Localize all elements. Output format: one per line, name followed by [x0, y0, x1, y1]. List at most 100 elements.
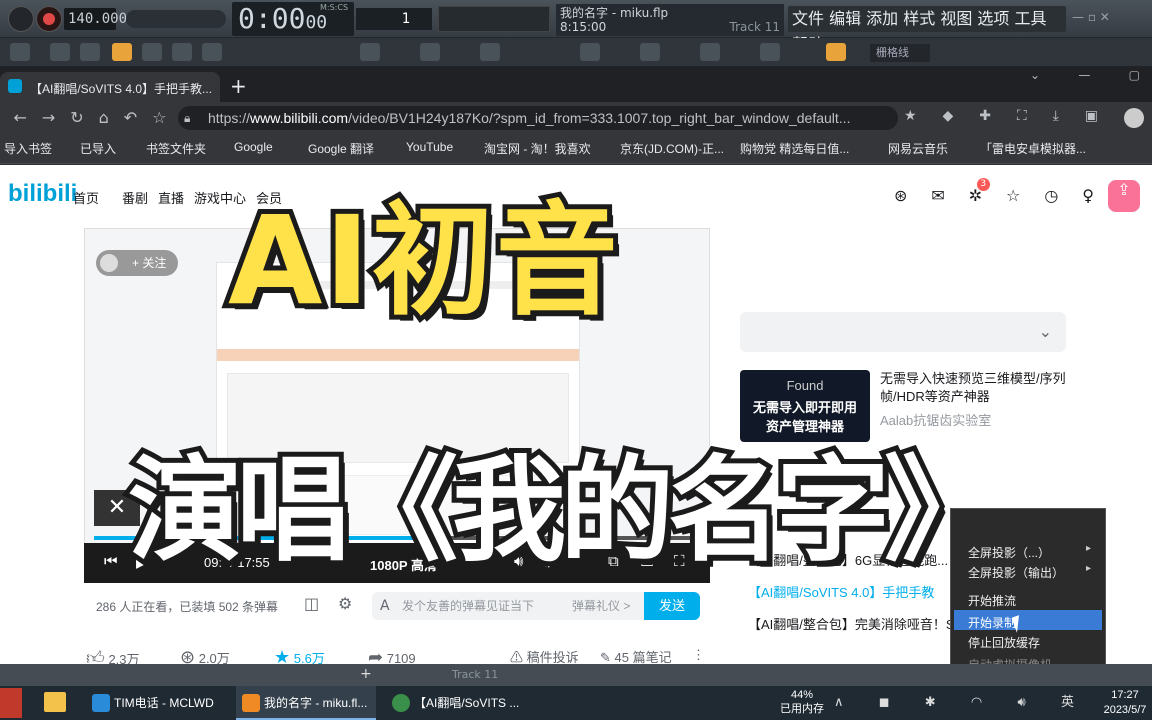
chrome-icon	[392, 694, 410, 712]
wifi-icon: ◠	[970, 695, 983, 710]
recommendation-item[interactable]: 【AI翻唱/整合包】完美消除哑音！S	[748, 614, 955, 633]
collapsible-panel[interactable]: ⌄	[740, 312, 1066, 352]
input-language: 英	[1060, 695, 1074, 710]
message-icon: ✉	[931, 186, 945, 205]
bookmark-folder[interactable]: 书签文件夹	[146, 140, 206, 157]
warning-icon: ⚠	[510, 650, 524, 665]
pattern-selector[interactable]: 1	[356, 8, 432, 30]
menu-start-recording[interactable]: 开始录制	[968, 614, 1016, 631]
bookmark-import[interactable]: 导入书签	[4, 140, 52, 157]
bookmark-jd[interactable]: 京东(JD.COM)-正...	[620, 140, 724, 157]
voice-app-icon[interactable]	[0, 688, 22, 718]
tool-icon[interactable]	[80, 43, 100, 61]
danmaku-toggle-icon[interactable]: ◫	[304, 594, 319, 613]
menu-fullscreen-projector-preview[interactable]: 全屏投影（...）	[968, 544, 1050, 561]
tool-icon[interactable]	[420, 43, 440, 61]
header-icons[interactable]: ⊛ ✉ ✲ 3 ☆ ◷ ♀	[894, 178, 1094, 205]
taskbar-tim[interactable]: TIM电话 - MCLWD	[86, 686, 226, 720]
tool-icon[interactable]	[700, 43, 720, 61]
danmaku-settings-icon[interactable]: ⚙	[338, 594, 352, 613]
bookmark-gouwudang[interactable]: 购物党 精选每日值...	[740, 140, 849, 157]
taskbar-fl-studio[interactable]: 我的名字 - miku.fl...	[236, 686, 376, 720]
notes-label: 45 篇笔记	[614, 650, 672, 665]
tab-title: 【AI翻唱/SoVITS 4.0】手把手教...	[30, 82, 213, 96]
vip-icon: ⊛	[894, 186, 908, 205]
tempo-display[interactable]: 140.000	[64, 8, 127, 30]
main-menu[interactable]: 文件 编辑 添加 样式 视图 选项 工具 帮助	[788, 6, 1066, 54]
memory-percent: 44%	[790, 689, 814, 701]
nav-home[interactable]: 首页	[73, 188, 99, 207]
taskbar-chrome-label: 【AI翻唱/SoVITS ...	[414, 696, 520, 710]
send-button[interactable]: 发送	[644, 592, 700, 620]
tool-icon[interactable]	[202, 43, 222, 61]
menu-start-streaming[interactable]: 开始推流	[968, 592, 1016, 609]
nav-live[interactable]: 直播	[158, 188, 184, 207]
bookmark-youtube[interactable]: YouTube	[406, 140, 453, 154]
bookmark-taobao[interactable]: 淘宝网 - 淘！我喜欢	[484, 140, 591, 157]
stop-button[interactable]	[8, 6, 34, 32]
url-path: /video/BV1H24y187Ko/?spm_id_from=333.100…	[348, 110, 851, 126]
tool-icon[interactable]	[50, 43, 70, 61]
tool-icon[interactable]	[172, 43, 192, 61]
danmaku-etiquette-link[interactable]: 弹幕礼仪 >	[572, 592, 630, 620]
clock[interactable]: 17:27 2023/5/7	[1100, 686, 1150, 720]
ad-title[interactable]: 无需导入快速预览三维模型/序列帧/HDR等资产神器	[880, 370, 1080, 406]
text-style-icon[interactable]: A	[380, 598, 390, 614]
taskbar-chrome[interactable]: 【AI翻唱/SoVITS ...	[386, 686, 526, 720]
typing-keyboard-icon[interactable]	[112, 43, 132, 61]
note-icon: ✎	[600, 650, 611, 665]
snap-selector[interactable]: 栅格线	[870, 44, 930, 62]
profile-avatar	[1123, 108, 1144, 128]
lock-icon[interactable]: 🔒︎	[184, 111, 190, 126]
back-icon: ←	[13, 108, 27, 127]
nav-buttons[interactable]: ← → ↻ ⌂ ↶ ☆	[6, 108, 174, 127]
recommendation-item-active[interactable]: 【AI翻唱/SoVITS 4.0】手把手教	[748, 582, 934, 601]
browser-tab[interactable]: 【AI翻唱/SoVITS 4.0】手把手教...	[0, 72, 220, 102]
watching-count: 286 人正在看，已装填 502 条弹幕	[96, 600, 279, 614]
output-monitor	[438, 6, 550, 32]
window-controls[interactable]: — ▫ ✕	[1072, 10, 1148, 30]
new-tab-icon[interactable]: +	[230, 74, 247, 98]
memory-meter[interactable]: 44% 已用内存	[780, 686, 824, 720]
report-label: 稿件投诉	[526, 650, 579, 665]
master-pitch-slider[interactable]	[126, 10, 226, 28]
upload-button[interactable]: ⇪	[1108, 180, 1140, 212]
tool-icon[interactable]	[142, 43, 162, 61]
tray-app-icon: ◼	[878, 695, 890, 710]
system-tray[interactable]: ∧ ◼ ✱ ◠ 🔊︎ 英	[834, 690, 1074, 716]
more-icon[interactable]: ⋮	[692, 647, 705, 663]
bookmark-google-translate[interactable]: Google 翻译	[308, 140, 374, 157]
time-small: 00	[305, 12, 328, 33]
song-title: 我的名字 - miku.flp	[560, 6, 669, 20]
file-explorer-icon[interactable]	[44, 692, 66, 712]
menu-stop-replay-buffer[interactable]: 停止回放缓存	[968, 634, 1040, 651]
prev-icon[interactable]: ⏮	[104, 553, 118, 570]
tool-icon[interactable]	[480, 43, 500, 61]
uploader-avatar[interactable]	[100, 254, 118, 272]
time-main: 0:00	[238, 2, 306, 35]
fl-playlist-strip: + Track 11	[0, 664, 1152, 686]
submenu-arrow-icon: ▸	[1086, 543, 1092, 554]
tool-icon[interactable]	[640, 43, 660, 61]
taskbar-tim-label: TIM电话 - MCLWD	[114, 696, 214, 710]
link-icon[interactable]	[826, 43, 846, 61]
browser-window-controls[interactable]: ⌄ — ▢	[1030, 68, 1140, 82]
taskbar-fl-label: 我的名字 - miku.fl...	[264, 696, 368, 710]
tool-icon[interactable]	[760, 43, 780, 61]
record-button[interactable]	[36, 6, 62, 32]
tool-icon[interactable]	[360, 43, 380, 61]
nav-bangumi[interactable]: 番剧	[122, 188, 148, 207]
menu-fullscreen-projector-output[interactable]: 全屏投影（输出）	[968, 564, 1064, 581]
fl-studio-icon	[242, 694, 260, 712]
tool-icon[interactable]	[10, 43, 30, 61]
bookmark-ldplayer[interactable]: 「雷电安卓模拟器...	[980, 140, 1086, 157]
bilibili-logo[interactable]: bilibili	[8, 180, 77, 208]
tool-icon[interactable]	[580, 43, 600, 61]
notification-badge: 3	[976, 178, 990, 191]
chevron-down-icon: ⌄	[1038, 324, 1052, 341]
bookmark-google[interactable]: Google	[234, 140, 273, 154]
bookmark-netease-music[interactable]: 网易云音乐	[888, 140, 948, 157]
bookmark-imported[interactable]: 已导入	[80, 140, 116, 157]
extension-icons[interactable]: ★ ◆ ✚ ⛶ ⤓ ▣	[904, 108, 1144, 128]
url-bar[interactable]: https://www.bilibili.com/video/BV1H24y18…	[178, 106, 898, 130]
